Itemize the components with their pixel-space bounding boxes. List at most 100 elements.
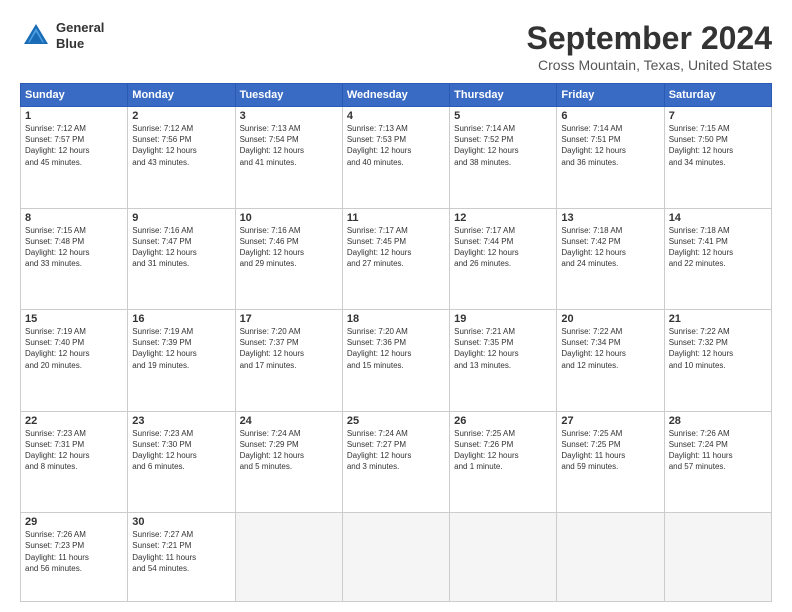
day-number: 8 — [25, 212, 123, 224]
day-info: Sunrise: 7:15 AM Sunset: 7:48 PM Dayligh… — [25, 225, 123, 270]
empty-cell — [557, 513, 664, 602]
day-cell-2: 2Sunrise: 7:12 AM Sunset: 7:56 PM Daylig… — [128, 107, 235, 209]
weekday-header-tuesday: Tuesday — [235, 84, 342, 107]
day-info: Sunrise: 7:19 AM Sunset: 7:39 PM Dayligh… — [132, 326, 230, 371]
day-number: 5 — [454, 110, 552, 122]
header: General Blue September 2024 Cross Mounta… — [20, 20, 772, 73]
day-cell-10: 10Sunrise: 7:16 AM Sunset: 7:46 PM Dayli… — [235, 208, 342, 310]
logo-text: General Blue — [56, 20, 104, 51]
day-cell-27: 27Sunrise: 7:25 AM Sunset: 7:25 PM Dayli… — [557, 411, 664, 513]
day-number: 12 — [454, 212, 552, 224]
day-info: Sunrise: 7:27 AM Sunset: 7:21 PM Dayligh… — [132, 529, 230, 574]
day-cell-12: 12Sunrise: 7:17 AM Sunset: 7:44 PM Dayli… — [450, 208, 557, 310]
day-cell-13: 13Sunrise: 7:18 AM Sunset: 7:42 PM Dayli… — [557, 208, 664, 310]
day-cell-5: 5Sunrise: 7:14 AM Sunset: 7:52 PM Daylig… — [450, 107, 557, 209]
day-number: 16 — [132, 313, 230, 325]
day-cell-20: 20Sunrise: 7:22 AM Sunset: 7:34 PM Dayli… — [557, 310, 664, 412]
calendar-table: SundayMondayTuesdayWednesdayThursdayFrid… — [20, 83, 772, 602]
day-number: 13 — [561, 212, 659, 224]
day-info: Sunrise: 7:14 AM Sunset: 7:52 PM Dayligh… — [454, 123, 552, 168]
day-cell-15: 15Sunrise: 7:19 AM Sunset: 7:40 PM Dayli… — [21, 310, 128, 412]
day-info: Sunrise: 7:25 AM Sunset: 7:25 PM Dayligh… — [561, 428, 659, 473]
empty-cell — [450, 513, 557, 602]
calendar-week-4: 22Sunrise: 7:23 AM Sunset: 7:31 PM Dayli… — [21, 411, 772, 513]
day-info: Sunrise: 7:23 AM Sunset: 7:31 PM Dayligh… — [25, 428, 123, 473]
day-cell-9: 9Sunrise: 7:16 AM Sunset: 7:47 PM Daylig… — [128, 208, 235, 310]
day-info: Sunrise: 7:13 AM Sunset: 7:53 PM Dayligh… — [347, 123, 445, 168]
day-number: 20 — [561, 313, 659, 325]
day-info: Sunrise: 7:16 AM Sunset: 7:47 PM Dayligh… — [132, 225, 230, 270]
day-info: Sunrise: 7:25 AM Sunset: 7:26 PM Dayligh… — [454, 428, 552, 473]
day-cell-16: 16Sunrise: 7:19 AM Sunset: 7:39 PM Dayli… — [128, 310, 235, 412]
day-cell-19: 19Sunrise: 7:21 AM Sunset: 7:35 PM Dayli… — [450, 310, 557, 412]
day-number: 17 — [240, 313, 338, 325]
weekday-header-sunday: Sunday — [21, 84, 128, 107]
day-number: 14 — [669, 212, 767, 224]
day-number: 29 — [25, 516, 123, 528]
day-cell-14: 14Sunrise: 7:18 AM Sunset: 7:41 PM Dayli… — [664, 208, 771, 310]
weekday-header-wednesday: Wednesday — [342, 84, 449, 107]
day-info: Sunrise: 7:12 AM Sunset: 7:56 PM Dayligh… — [132, 123, 230, 168]
day-info: Sunrise: 7:19 AM Sunset: 7:40 PM Dayligh… — [25, 326, 123, 371]
day-number: 18 — [347, 313, 445, 325]
day-cell-7: 7Sunrise: 7:15 AM Sunset: 7:50 PM Daylig… — [664, 107, 771, 209]
day-number: 6 — [561, 110, 659, 122]
weekday-header-row: SundayMondayTuesdayWednesdayThursdayFrid… — [21, 84, 772, 107]
day-info: Sunrise: 7:18 AM Sunset: 7:42 PM Dayligh… — [561, 225, 659, 270]
weekday-header-friday: Friday — [557, 84, 664, 107]
day-info: Sunrise: 7:22 AM Sunset: 7:34 PM Dayligh… — [561, 326, 659, 371]
day-cell-23: 23Sunrise: 7:23 AM Sunset: 7:30 PM Dayli… — [128, 411, 235, 513]
calendar-week-3: 15Sunrise: 7:19 AM Sunset: 7:40 PM Dayli… — [21, 310, 772, 412]
weekday-header-monday: Monday — [128, 84, 235, 107]
day-number: 27 — [561, 415, 659, 427]
calendar-week-1: 1Sunrise: 7:12 AM Sunset: 7:57 PM Daylig… — [21, 107, 772, 209]
day-cell-8: 8Sunrise: 7:15 AM Sunset: 7:48 PM Daylig… — [21, 208, 128, 310]
day-info: Sunrise: 7:22 AM Sunset: 7:32 PM Dayligh… — [669, 326, 767, 371]
day-cell-24: 24Sunrise: 7:24 AM Sunset: 7:29 PM Dayli… — [235, 411, 342, 513]
day-cell-30: 30Sunrise: 7:27 AM Sunset: 7:21 PM Dayli… — [128, 513, 235, 602]
day-cell-4: 4Sunrise: 7:13 AM Sunset: 7:53 PM Daylig… — [342, 107, 449, 209]
day-info: Sunrise: 7:12 AM Sunset: 7:57 PM Dayligh… — [25, 123, 123, 168]
day-number: 2 — [132, 110, 230, 122]
day-number: 24 — [240, 415, 338, 427]
day-info: Sunrise: 7:16 AM Sunset: 7:46 PM Dayligh… — [240, 225, 338, 270]
day-number: 15 — [25, 313, 123, 325]
logo-line2: Blue — [56, 36, 104, 52]
calendar-week-2: 8Sunrise: 7:15 AM Sunset: 7:48 PM Daylig… — [21, 208, 772, 310]
day-cell-22: 22Sunrise: 7:23 AM Sunset: 7:31 PM Dayli… — [21, 411, 128, 513]
logo-line1: General — [56, 20, 104, 36]
day-info: Sunrise: 7:13 AM Sunset: 7:54 PM Dayligh… — [240, 123, 338, 168]
day-info: Sunrise: 7:24 AM Sunset: 7:29 PM Dayligh… — [240, 428, 338, 473]
day-info: Sunrise: 7:23 AM Sunset: 7:30 PM Dayligh… — [132, 428, 230, 473]
weekday-header-thursday: Thursday — [450, 84, 557, 107]
calendar-body: 1Sunrise: 7:12 AM Sunset: 7:57 PM Daylig… — [21, 107, 772, 602]
day-cell-6: 6Sunrise: 7:14 AM Sunset: 7:51 PM Daylig… — [557, 107, 664, 209]
day-cell-25: 25Sunrise: 7:24 AM Sunset: 7:27 PM Dayli… — [342, 411, 449, 513]
day-cell-1: 1Sunrise: 7:12 AM Sunset: 7:57 PM Daylig… — [21, 107, 128, 209]
day-info: Sunrise: 7:18 AM Sunset: 7:41 PM Dayligh… — [669, 225, 767, 270]
day-number: 10 — [240, 212, 338, 224]
day-info: Sunrise: 7:26 AM Sunset: 7:23 PM Dayligh… — [25, 529, 123, 574]
day-cell-11: 11Sunrise: 7:17 AM Sunset: 7:45 PM Dayli… — [342, 208, 449, 310]
day-number: 26 — [454, 415, 552, 427]
day-number: 22 — [25, 415, 123, 427]
day-cell-18: 18Sunrise: 7:20 AM Sunset: 7:36 PM Dayli… — [342, 310, 449, 412]
day-info: Sunrise: 7:20 AM Sunset: 7:37 PM Dayligh… — [240, 326, 338, 371]
day-cell-3: 3Sunrise: 7:13 AM Sunset: 7:54 PM Daylig… — [235, 107, 342, 209]
logo: General Blue — [20, 20, 104, 52]
day-number: 1 — [25, 110, 123, 122]
day-cell-29: 29Sunrise: 7:26 AM Sunset: 7:23 PM Dayli… — [21, 513, 128, 602]
day-number: 3 — [240, 110, 338, 122]
title-block: September 2024 Cross Mountain, Texas, Un… — [527, 20, 772, 73]
weekday-header-saturday: Saturday — [664, 84, 771, 107]
page: General Blue September 2024 Cross Mounta… — [0, 0, 792, 612]
day-info: Sunrise: 7:26 AM Sunset: 7:24 PM Dayligh… — [669, 428, 767, 473]
empty-cell — [664, 513, 771, 602]
empty-cell — [235, 513, 342, 602]
day-number: 28 — [669, 415, 767, 427]
day-number: 7 — [669, 110, 767, 122]
month-title: September 2024 — [527, 20, 772, 57]
day-info: Sunrise: 7:14 AM Sunset: 7:51 PM Dayligh… — [561, 123, 659, 168]
day-info: Sunrise: 7:15 AM Sunset: 7:50 PM Dayligh… — [669, 123, 767, 168]
day-cell-28: 28Sunrise: 7:26 AM Sunset: 7:24 PM Dayli… — [664, 411, 771, 513]
